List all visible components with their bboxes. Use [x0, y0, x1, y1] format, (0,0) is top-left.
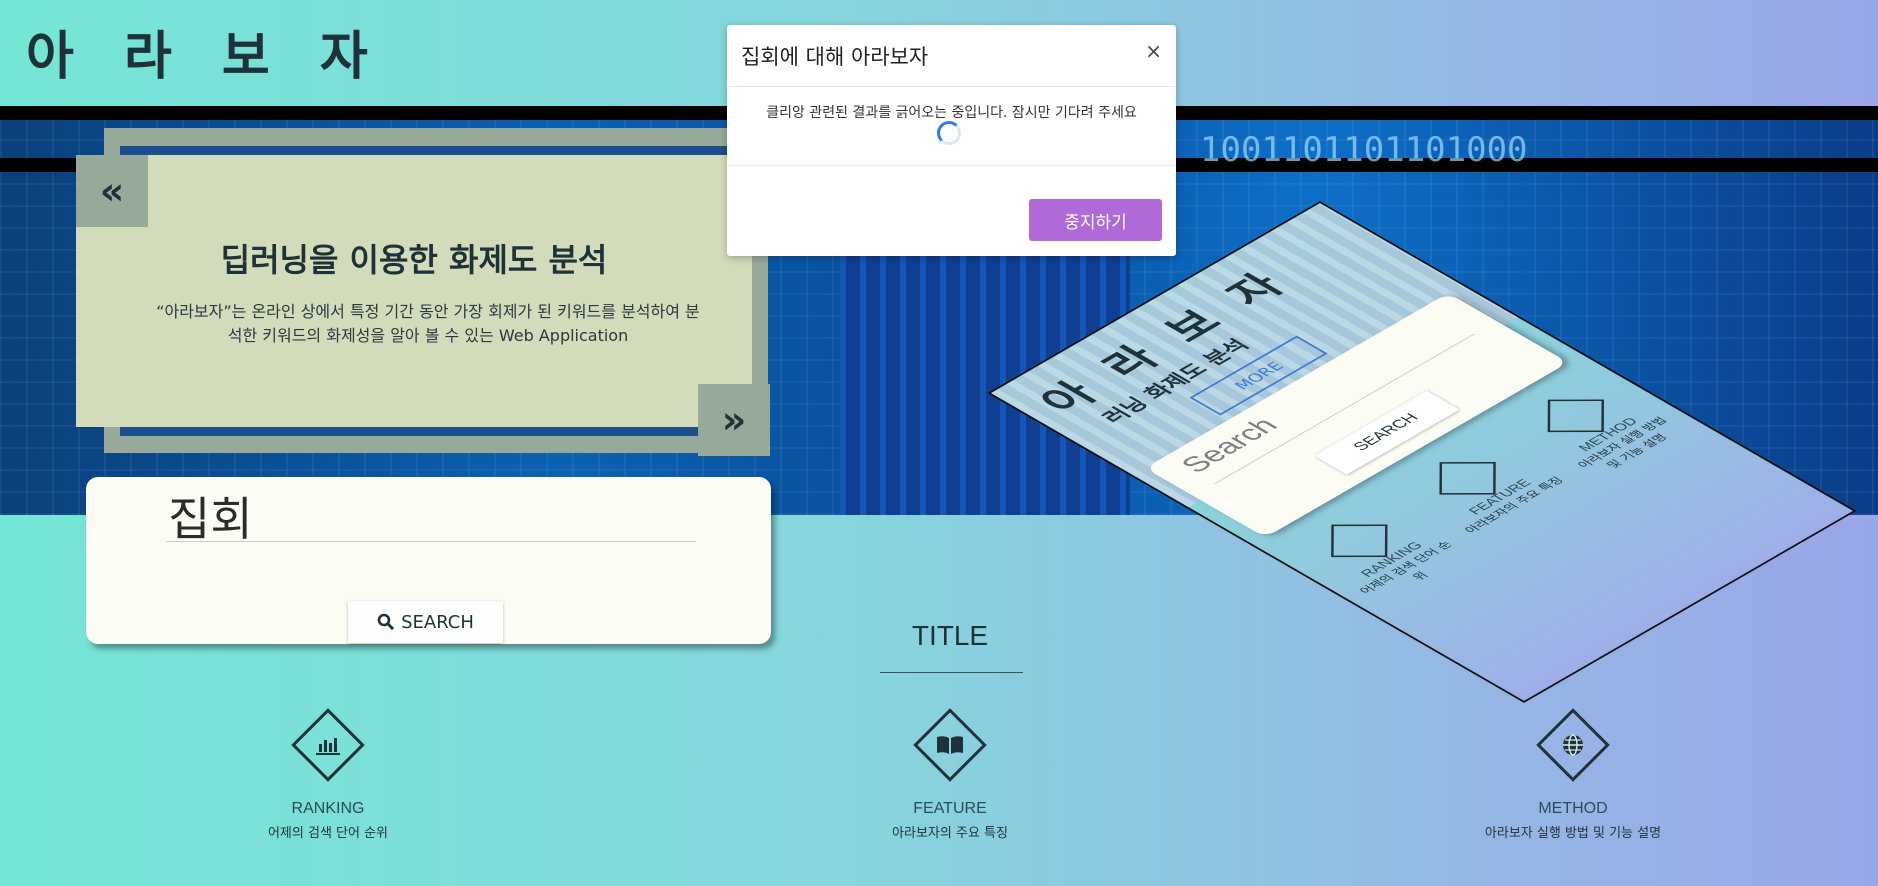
modal-divider	[727, 165, 1176, 166]
book-icon	[909, 704, 991, 786]
feature-title: RANKING	[291, 800, 365, 817]
slide-prev-button[interactable]: «	[76, 155, 148, 227]
preview-search-button-label: SEARCH	[1350, 411, 1423, 454]
double-chevron-left-icon: «	[99, 169, 125, 213]
stop-button[interactable]: 중지하기	[1029, 199, 1162, 241]
feature-description: 아라보자 실행 방법 및 기능 설명	[1484, 826, 1662, 841]
search-button[interactable]: SEARCH	[348, 601, 503, 643]
section-title: TITLE	[911, 620, 989, 651]
feature-description: 아라보자의 주요 특징	[892, 826, 1008, 841]
double-chevron-right-icon: »	[721, 398, 747, 442]
preview-book-icon	[1439, 462, 1496, 495]
feature-method[interactable]: METHOD 아라보자 실행 방법 및 기능 설명	[1443, 704, 1703, 841]
feature-ranking[interactable]: RANKING 어제의 검색 단어 순위	[198, 704, 458, 841]
search-input[interactable]	[166, 491, 696, 542]
slide-description: “아라보자”는 온라인 상에서 특정 기간 동안 가장 회제가 된 키워드를 분…	[156, 302, 700, 345]
preview-chart-icon	[1331, 524, 1388, 558]
globe-icon	[1532, 704, 1614, 786]
modal-message: 클리앙 관련된 결과를 긁어오는 중입니다. 잠시만 기다려 주세요	[766, 105, 1137, 121]
search-button-label: SEARCH	[401, 611, 474, 633]
modal-title: 집회에 대해 아라보자	[741, 45, 929, 69]
section-title-underline	[880, 672, 1023, 673]
intro-slide: 딥러닝을 이용한 화제도 분석 “아라보자”는 온라인 상에서 특정 기간 동안…	[76, 155, 752, 427]
feature-icon-frame	[287, 704, 369, 786]
search-card: SEARCH	[86, 477, 771, 644]
loading-modal: 집회에 대해 아라보자 × 클리앙 관련된 결과를 긁어오는 중입니다. 잠시만…	[727, 25, 1176, 256]
feature-feature[interactable]: FEATURE 아라보자의 주요 특징	[820, 704, 1080, 841]
preview-globe-icon	[1547, 399, 1605, 433]
slide-next-button[interactable]: »	[698, 384, 770, 456]
feature-icon-frame	[909, 704, 991, 786]
site-logo[interactable]: 아 라 보 자	[26, 14, 384, 89]
preview-feature-feature: FEATURE 아라보자의 주요 특징	[1400, 439, 1568, 536]
chart-icon	[287, 704, 369, 786]
modal-divider	[727, 86, 1176, 87]
hero-binary-text: 1001101101101000	[1200, 130, 1528, 170]
close-icon[interactable]: ×	[1145, 39, 1162, 63]
feature-description: 어제의 검색 단어 순위	[267, 826, 389, 841]
feature-title: METHOD	[1538, 800, 1608, 817]
preview-search-button: SEARCH	[1314, 390, 1460, 475]
slide-title: 딥러닝을 이용한 화제도 분석	[220, 241, 608, 279]
feature-icon-frame	[1532, 704, 1614, 786]
loading-spinner-icon	[937, 121, 961, 145]
feature-title: FEATURE	[913, 800, 987, 817]
search-icon	[377, 613, 395, 631]
